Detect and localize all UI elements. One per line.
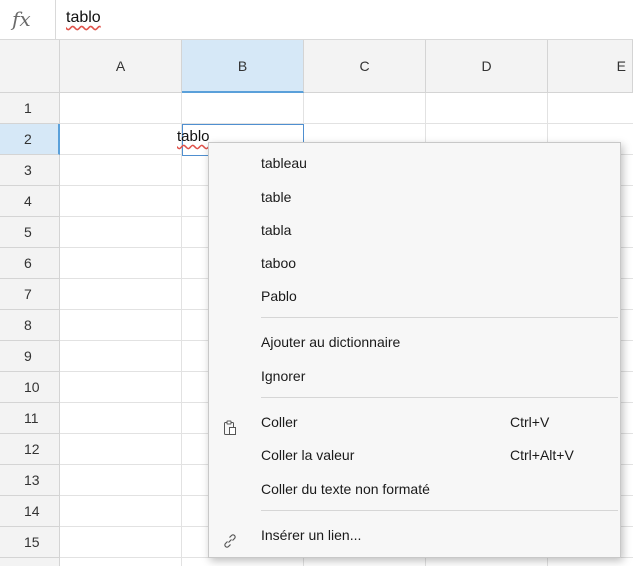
paste-item[interactable]: Coller Ctrl+V xyxy=(209,405,620,439)
add-to-dictionary-item[interactable]: Ajouter au dictionnaire xyxy=(209,325,620,359)
row-header-13[interactable]: 13 xyxy=(0,465,60,496)
paste-value-shortcut: Ctrl+Alt+V xyxy=(510,447,574,463)
cell-b2-text[interactable]: tablo xyxy=(177,128,210,145)
row-header-15[interactable]: 15 xyxy=(0,527,60,558)
paste-shortcut: Ctrl+V xyxy=(510,414,550,430)
add-to-dictionary-label: Ajouter au dictionnaire xyxy=(261,334,401,350)
insert-link-label: Insérer un lien... xyxy=(261,527,362,543)
ignore-item[interactable]: Ignorer xyxy=(209,359,620,393)
suggestion-table[interactable]: table xyxy=(209,180,620,214)
row-header-2[interactable]: 2 xyxy=(0,124,60,155)
menu-separator xyxy=(261,317,618,318)
row-header-16[interactable]: 16 xyxy=(0,558,60,566)
column-header-c[interactable]: C xyxy=(304,40,426,93)
clipboard-icon xyxy=(222,414,238,435)
row-header-12[interactable]: 12 xyxy=(0,434,60,465)
row-header-1[interactable]: 1 xyxy=(0,93,60,124)
select-all-corner[interactable] xyxy=(0,40,60,93)
suggestion-pablo[interactable]: Pablo xyxy=(209,279,620,313)
paste-value-item[interactable]: Coller la valeur Ctrl+Alt+V xyxy=(209,438,620,472)
paste-unformatted-item[interactable]: Coller du texte non formaté xyxy=(209,472,620,506)
suggestion-label: table xyxy=(261,189,292,205)
column-header-e[interactable]: E xyxy=(548,40,633,93)
suggestion-label: Pablo xyxy=(261,288,297,304)
row-header-11[interactable]: 11 xyxy=(0,403,60,434)
paste-unformatted-label: Coller du texte non formaté xyxy=(261,481,430,497)
menu-separator xyxy=(261,510,618,511)
row-header-4[interactable]: 4 xyxy=(0,186,60,217)
menu-separator xyxy=(261,397,618,398)
row-header-7[interactable]: 7 xyxy=(0,279,60,310)
formula-input[interactable]: tablo xyxy=(66,9,101,27)
suggestion-tableau[interactable]: tableau xyxy=(209,146,620,180)
ignore-label: Ignorer xyxy=(261,368,306,384)
function-icon[interactable]: fx xyxy=(12,7,44,31)
formula-bar: fx tablo xyxy=(0,0,633,40)
row-header-5[interactable]: 5 xyxy=(0,217,60,248)
spellcheck-context-menu: tableau table tabla taboo Pablo Ajouter … xyxy=(208,142,621,558)
column-header-d[interactable]: D xyxy=(426,40,548,93)
suggestion-tabla[interactable]: tabla xyxy=(209,213,620,247)
row-header-14[interactable]: 14 xyxy=(0,496,60,527)
link-icon xyxy=(222,527,238,548)
column-header-b[interactable]: B xyxy=(182,40,304,93)
column-header-a[interactable]: A xyxy=(60,40,182,93)
insert-link-item[interactable]: Insérer un lien... xyxy=(209,518,620,552)
row-header-10[interactable]: 10 xyxy=(0,372,60,403)
grid-line xyxy=(181,93,182,566)
paste-value-label: Coller la valeur xyxy=(261,447,355,463)
formula-separator xyxy=(55,0,56,39)
suggestion-label: tabla xyxy=(261,222,292,238)
row-header-8[interactable]: 8 xyxy=(0,310,60,341)
row-header-6[interactable]: 6 xyxy=(0,248,60,279)
row-header-9[interactable]: 9 xyxy=(0,341,60,372)
paste-label: Coller xyxy=(261,414,298,430)
suggestion-label: taboo xyxy=(261,255,297,271)
suggestion-label: tableau xyxy=(261,155,307,171)
suggestion-taboo[interactable]: taboo xyxy=(209,246,620,280)
row-header-3[interactable]: 3 xyxy=(0,155,60,186)
